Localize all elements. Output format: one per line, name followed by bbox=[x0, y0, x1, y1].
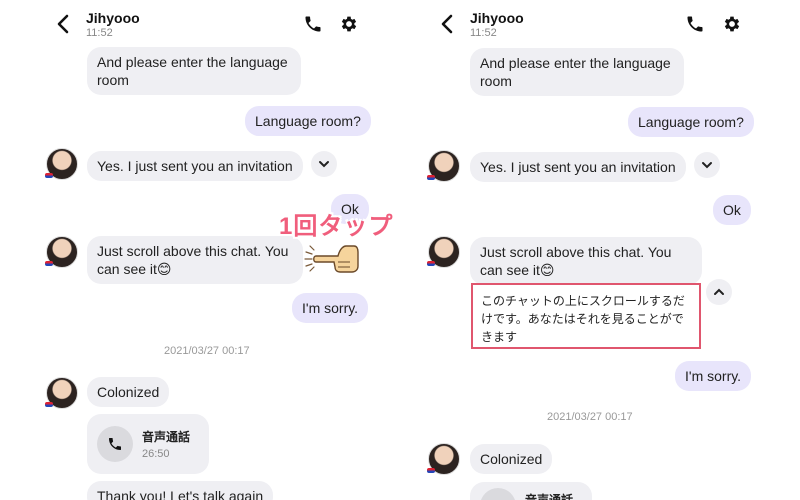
message-invitation: Yes. I just sent you an invitation bbox=[87, 151, 303, 181]
call-duration: 26:50 bbox=[142, 448, 170, 460]
translate-expand-button[interactable] bbox=[694, 152, 720, 178]
contact-name: Jihyooo bbox=[470, 10, 524, 26]
phone-icon bbox=[109, 438, 121, 450]
voice-call-card[interactable]: 音声通話 bbox=[470, 482, 592, 500]
avatar[interactable] bbox=[45, 236, 78, 268]
message-colonized: Colonized bbox=[470, 444, 553, 474]
message-thank-you: Thank you! Let's talk again bbox=[87, 481, 274, 500]
translate-collapse-button[interactable] bbox=[706, 279, 732, 305]
date-divider: 2021/03/27 00:17 bbox=[547, 411, 633, 423]
message-language-request: And please enter the language room bbox=[470, 48, 684, 96]
chat-screen-after: Jihyooo 11:52 And please enter the langu… bbox=[400, 0, 800, 500]
contact-name: Jihyooo bbox=[86, 10, 140, 26]
message-language-room: Language room? bbox=[245, 106, 371, 136]
call-label: 音声通話 bbox=[142, 430, 191, 444]
gear-icon[interactable] bbox=[339, 14, 359, 34]
avatar[interactable] bbox=[427, 150, 460, 182]
message-sorry: I'm sorry. bbox=[292, 293, 369, 323]
chat-screen-before: Jihyooo 11:52 And please enter the langu… bbox=[0, 0, 400, 500]
avatar[interactable] bbox=[45, 148, 78, 180]
translation-box: このチャットの上にスクロールするだけです。あなたはそれを見ることができます bbox=[471, 283, 701, 349]
message-ok: Ok bbox=[713, 195, 751, 225]
back-arrow-icon[interactable] bbox=[54, 12, 74, 36]
translate-expand-button[interactable] bbox=[311, 151, 337, 177]
gear-icon[interactable] bbox=[722, 14, 742, 34]
tap-hand-icon bbox=[304, 245, 359, 273]
date-divider: 2021/03/27 00:17 bbox=[164, 345, 250, 357]
call-label: 音声通話 bbox=[525, 493, 574, 500]
message-language-request: And please enter the language room bbox=[87, 47, 301, 95]
message-language-room: Language room? bbox=[628, 107, 754, 137]
phone-icon[interactable] bbox=[303, 14, 323, 34]
chevron-up-icon bbox=[714, 288, 724, 295]
call-icon-circle bbox=[480, 488, 516, 500]
back-arrow-icon[interactable] bbox=[438, 12, 458, 36]
chevron-down-icon bbox=[702, 162, 712, 169]
avatar[interactable] bbox=[427, 443, 460, 475]
avatar[interactable] bbox=[45, 377, 78, 409]
tap-once-annotation: 1回タップ bbox=[279, 213, 394, 240]
message-scroll-hint[interactable]: Just scroll above this chat. You can see… bbox=[87, 236, 303, 284]
message-scroll-hint[interactable]: Just scroll above this chat. You can see… bbox=[470, 237, 702, 285]
call-icon-circle bbox=[97, 426, 133, 462]
header-time: 11:52 bbox=[470, 27, 497, 39]
avatar[interactable] bbox=[427, 236, 460, 268]
phone-icon[interactable] bbox=[685, 14, 705, 34]
message-colonized: Colonized bbox=[87, 377, 170, 407]
voice-call-card[interactable]: 音声通話 26:50 bbox=[87, 414, 209, 474]
message-sorry: I'm sorry. bbox=[675, 361, 752, 391]
chevron-down-icon bbox=[319, 161, 329, 168]
header-time: 11:52 bbox=[86, 27, 113, 39]
message-invitation: Yes. I just sent you an invitation bbox=[470, 152, 686, 182]
